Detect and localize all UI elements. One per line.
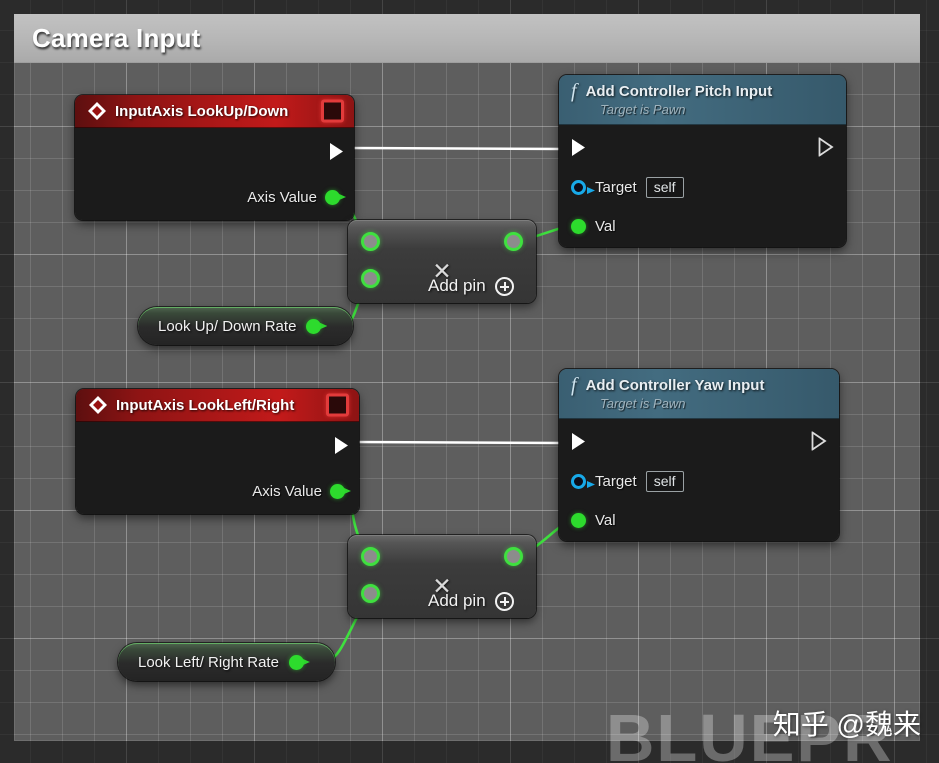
variable-label: Look Left/ Right Rate (138, 653, 279, 671)
axis-value-pin[interactable] (330, 483, 345, 499)
add-pin-label: Add pin (428, 591, 486, 610)
val-pin[interactable] (571, 513, 586, 528)
val-label: Val (595, 512, 616, 529)
variable-output-pin[interactable] (306, 318, 322, 334)
multiply-input-pin-a[interactable] (361, 232, 380, 251)
exec-out-pin[interactable] (334, 436, 350, 455)
node-add-controller-yaw-input[interactable]: f Add Controller Yaw Input Target is Paw… (559, 369, 839, 541)
node-multiply-top[interactable]: ✕ Add pin (348, 220, 536, 303)
exec-in-pin[interactable] (571, 432, 587, 451)
node-variable-lookupdown-rate[interactable]: Look Up/ Down Rate (138, 307, 353, 345)
variable-output-pin[interactable] (288, 654, 304, 670)
node-header[interactable]: f Add Controller Pitch Input Target is P… (559, 75, 846, 125)
val-row[interactable]: Val (559, 500, 839, 541)
multiply-input-pin-b[interactable] (361, 584, 380, 603)
comment-header[interactable]: Camera Input (14, 14, 920, 63)
node-body: Target self Val (559, 125, 846, 247)
node-input-axis-lookupdown[interactable]: InputAxis LookUp/Down Axis Value (75, 95, 354, 220)
add-pin-control[interactable]: Add pin (428, 591, 514, 611)
target-label: Target (595, 473, 637, 490)
axis-value-pin[interactable] (325, 189, 340, 205)
comment-title: Camera Input (32, 22, 201, 53)
target-pin[interactable] (571, 180, 586, 195)
val-pin[interactable] (571, 219, 586, 234)
val-row[interactable]: Val (559, 206, 846, 247)
plus-circle-icon[interactable] (494, 591, 514, 611)
target-row[interactable]: Target self (559, 169, 846, 206)
exec-in-pin[interactable] (571, 138, 587, 157)
node-header[interactable]: f Add Controller Yaw Input Target is Paw… (559, 369, 839, 419)
target-pin[interactable] (571, 474, 586, 489)
add-pin-control[interactable]: Add pin (428, 276, 514, 296)
axis-value-output-row[interactable]: Axis Value (75, 174, 354, 220)
target-value-field[interactable]: self (645, 177, 684, 198)
exec-output-row[interactable] (76, 422, 359, 468)
exec-output-row[interactable] (75, 128, 354, 174)
multiply-output-pin[interactable] (504, 547, 523, 566)
node-subtitle: Target is Pawn (600, 102, 686, 117)
axis-value-output-row[interactable]: Axis Value (76, 468, 359, 514)
red-square-button[interactable] (321, 99, 344, 123)
target-value-field[interactable]: self (645, 471, 684, 492)
add-pin-label: Add pin (428, 276, 486, 295)
target-label: Target (595, 179, 637, 196)
blueprint-graph-canvas[interactable]: Camera Input InputAxis LookUp/Down Axis … (0, 0, 939, 763)
node-body: Axis Value (75, 128, 354, 220)
node-title: Add Controller Yaw Input (585, 376, 765, 394)
node-title: Add Controller Pitch Input (585, 82, 773, 100)
target-row[interactable]: Target self (559, 463, 839, 500)
function-f-icon: f (571, 80, 577, 102)
node-body: Axis Value (76, 422, 359, 514)
plus-circle-icon[interactable] (494, 276, 514, 296)
node-input-axis-lookleftright[interactable]: InputAxis LookLeft/Right Axis Value (76, 389, 359, 514)
node-title: InputAxis LookUp/Down (115, 102, 289, 120)
node-header[interactable]: InputAxis LookUp/Down (75, 95, 354, 128)
exec-out-pin[interactable] (329, 142, 345, 161)
multiply-input-pin-b[interactable] (361, 269, 380, 288)
exec-out-pin[interactable] (811, 430, 827, 452)
function-f-icon: f (571, 374, 577, 396)
exec-row[interactable] (559, 125, 846, 169)
axis-value-label: Axis Value (247, 188, 317, 206)
node-header[interactable]: InputAxis LookLeft/Right (76, 389, 359, 422)
exec-row[interactable] (559, 419, 839, 463)
input-axis-diamond-icon (87, 101, 107, 121)
node-title: InputAxis LookLeft/Right (116, 396, 295, 414)
variable-label: Look Up/ Down Rate (158, 317, 297, 335)
red-square-button[interactable] (326, 393, 349, 417)
node-body: Target self Val (559, 419, 839, 541)
node-variable-lookleftright-rate[interactable]: Look Left/ Right Rate (118, 643, 335, 681)
exec-out-pin[interactable] (818, 136, 834, 158)
multiply-output-pin[interactable] (504, 232, 523, 251)
input-axis-diamond-icon (88, 395, 108, 415)
node-add-controller-pitch-input[interactable]: f Add Controller Pitch Input Target is P… (559, 75, 846, 247)
node-subtitle: Target is Pawn (600, 396, 686, 411)
node-multiply-bottom[interactable]: ✕ Add pin (348, 535, 536, 618)
multiply-input-pin-a[interactable] (361, 547, 380, 566)
val-label: Val (595, 218, 616, 235)
axis-value-label: Axis Value (252, 482, 322, 500)
